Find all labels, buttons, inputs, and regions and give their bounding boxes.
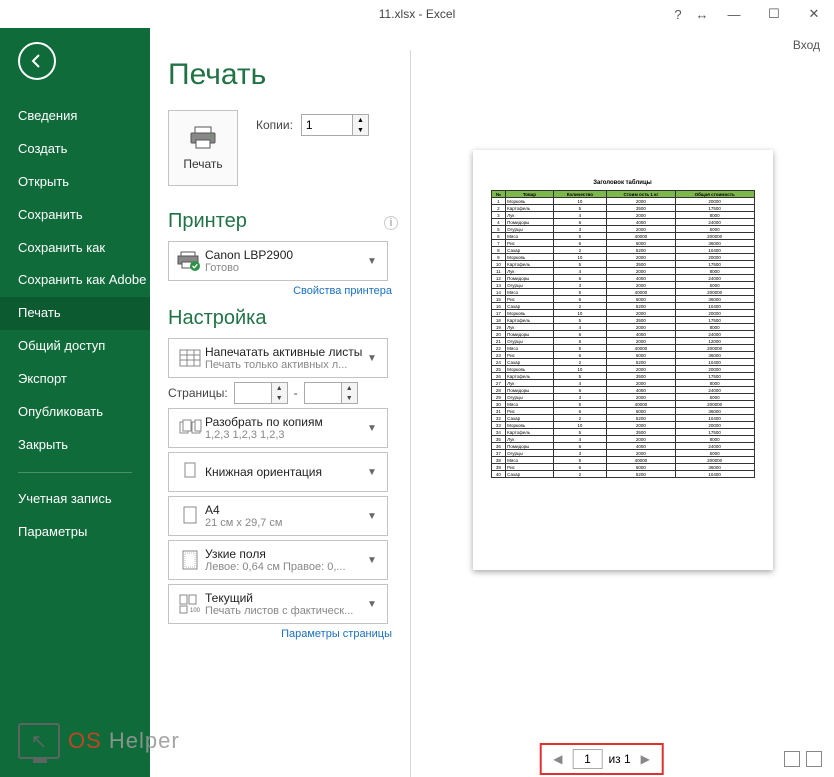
copies-input[interactable]: [301, 114, 353, 136]
print-scope-dropdown[interactable]: Напечатать активные листыПечать только а…: [168, 338, 388, 378]
sidebar-item-1[interactable]: Создать: [0, 133, 150, 166]
cursor-monitor-icon: ↖: [18, 723, 60, 759]
print-button-label: Печать: [183, 157, 222, 171]
chevron-down-icon: ▼: [367, 353, 381, 364]
printer-status: Готово: [205, 262, 367, 274]
printer-status-icon: [175, 250, 205, 272]
sheets-icon: [175, 348, 205, 368]
titlebar: 11.xlsx - Excel ? ↔ — ☐ ✕: [0, 0, 834, 28]
sidebar-item-9[interactable]: Опубликовать: [0, 396, 150, 429]
paper-size-dropdown[interactable]: A421 см x 29,7 см ▼: [168, 496, 388, 536]
pages-label: Страницы:: [168, 386, 228, 400]
sidebar-bottom-item-1[interactable]: Параметры: [0, 516, 150, 549]
spinner-down-icon[interactable]: ▼: [353, 125, 368, 135]
minimize-icon[interactable]: —: [714, 0, 754, 28]
window-title: 11.xlsx - Excel: [379, 7, 455, 21]
print-preview: Заголовок таблицы №ТоварКоличествоСтоим …: [410, 50, 834, 777]
sidebar-item-10[interactable]: Закрыть: [0, 429, 150, 462]
fullwidth-icon[interactable]: ↔: [690, 0, 714, 28]
pages-to-spinner[interactable]: ▲▼: [304, 382, 358, 404]
page-navigator: ◀ из 1 ▶: [549, 749, 654, 769]
margins-dropdown[interactable]: Узкие поляЛевое: 0,64 см Правое: 0,... ▼: [168, 540, 388, 580]
sidebar-bottom-item-0[interactable]: Учетная запись: [0, 483, 150, 516]
svg-text:100: 100: [190, 608, 201, 614]
sidebar-item-7[interactable]: Общий доступ: [0, 330, 150, 363]
spinner-up-icon[interactable]: ▲: [353, 115, 368, 125]
printer-heading: Принтер: [168, 210, 384, 233]
zoom-page-icon[interactable]: [806, 751, 822, 767]
printer-icon: [188, 125, 218, 151]
margins-icon: [175, 549, 205, 571]
page-preview-sheet: Заголовок таблицы №ТоварКоличествоСтоим …: [473, 150, 773, 570]
help-icon[interactable]: ?: [666, 0, 690, 28]
print-button[interactable]: Печать: [168, 110, 238, 186]
page-setup-link[interactable]: Параметры страницы: [168, 628, 392, 640]
scaling-icon: 100: [175, 593, 205, 615]
sidebar-item-3[interactable]: Сохранить: [0, 199, 150, 232]
watermark: ↖ OS Helper: [18, 723, 180, 759]
page-of-label: из 1: [608, 752, 630, 766]
backstage-sidebar: СведенияСоздатьОткрытьСохранитьСохранить…: [0, 28, 150, 777]
printer-dropdown[interactable]: Canon LBP2900 Готово ▼: [168, 241, 388, 281]
chevron-down-icon: ▼: [367, 555, 381, 566]
chevron-down-icon: ▼: [367, 511, 381, 522]
orientation-dropdown[interactable]: Книжная ориентация ▼: [168, 452, 388, 492]
maximize-icon[interactable]: ☐: [754, 0, 794, 28]
prev-page-button[interactable]: ◀: [549, 752, 566, 766]
back-button[interactable]: [18, 42, 56, 80]
current-page-input[interactable]: [572, 749, 602, 769]
copies-spinner[interactable]: ▲▼: [301, 114, 369, 136]
page-title: Печать: [168, 58, 410, 92]
collate-icon: [175, 418, 205, 438]
info-icon[interactable]: i: [384, 216, 398, 230]
chevron-down-icon: ▼: [367, 599, 381, 610]
sidebar-item-2[interactable]: Открыть: [0, 166, 150, 199]
printer-name: Canon LBP2900: [205, 248, 367, 262]
close-icon[interactable]: ✕: [794, 0, 834, 28]
chevron-down-icon: ▼: [367, 467, 381, 478]
pages-from-spinner[interactable]: ▲▼: [234, 382, 288, 404]
chevron-down-icon: ▼: [367, 256, 381, 267]
copies-label: Копии:: [256, 118, 293, 132]
scaling-dropdown[interactable]: 100 ТекущийПечать листов с фактическ... …: [168, 584, 388, 624]
sidebar-item-0[interactable]: Сведения: [0, 100, 150, 133]
page-icon: [175, 505, 205, 527]
show-margins-icon[interactable]: [784, 751, 800, 767]
sidebar-item-4[interactable]: Сохранить как: [0, 232, 150, 265]
sidebar-item-8[interactable]: Экспорт: [0, 363, 150, 396]
printer-properties-link[interactable]: Свойства принтера: [168, 285, 392, 297]
sidebar-item-6[interactable]: Печать: [0, 297, 150, 330]
sidebar-item-5[interactable]: Сохранить как Adobe PDF: [0, 264, 150, 297]
settings-heading: Настройка: [168, 307, 410, 330]
collate-dropdown[interactable]: Разобрать по копиям1,2,3 1,2,3 1,2,3 ▼: [168, 408, 388, 448]
next-page-button[interactable]: ▶: [637, 752, 654, 766]
chevron-down-icon: ▼: [367, 423, 381, 434]
portrait-icon: [175, 461, 205, 483]
